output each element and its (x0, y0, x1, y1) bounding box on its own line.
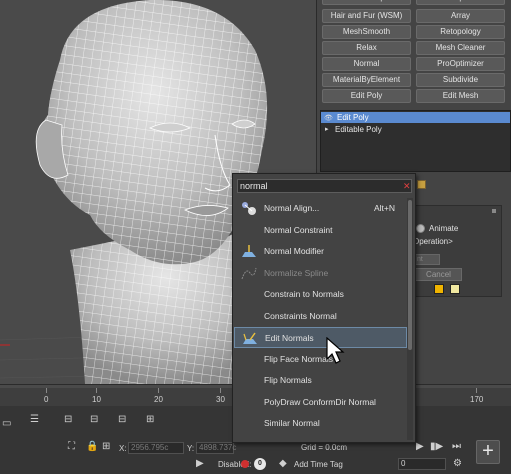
settings-small-icon[interactable] (417, 180, 426, 189)
y-coord-field[interactable]: 4898.737c (196, 442, 236, 454)
search-field[interactable]: ✕ (237, 179, 412, 193)
current-frame-field[interactable]: 0 (398, 458, 446, 470)
cancel-button[interactable]: Cancel (415, 268, 462, 281)
add-time-tag-icon[interactable]: ◆ (279, 458, 287, 469)
search-result-item[interactable]: Normal Modifier (234, 241, 407, 262)
search-input[interactable] (240, 180, 390, 192)
search-result-item[interactable]: Constraints Normal (234, 306, 407, 327)
go-to-end-icon[interactable]: ⏭ (452, 441, 461, 452)
timeline-tick-label: 20 (154, 395, 163, 404)
search-result-item[interactable]: Normal Constraint (234, 220, 407, 241)
toggle-icon-2[interactable]: ⊟ (90, 414, 98, 425)
modifier-button[interactable]: Edit Poly (322, 89, 411, 103)
shortcut-label: Alt+N (374, 203, 396, 213)
expand-triangle-icon[interactable]: ▸ (325, 124, 329, 135)
rollout-corner-icon (492, 209, 496, 213)
auto-key-red-dot[interactable] (241, 460, 249, 468)
search-result-item[interactable]: Normalize Spline (234, 263, 407, 284)
next-frame-icon[interactable]: ▮▶ (430, 441, 443, 452)
clear-search-icon[interactable]: ✕ (403, 181, 411, 191)
search-result-label: Flip Normals (264, 375, 312, 385)
play-icon[interactable]: ▶ (416, 441, 424, 452)
modifier-button[interactable]: Skin Wrap (322, 0, 411, 5)
modifier-button[interactable]: Normal (322, 57, 411, 71)
search-result-item[interactable]: Flip Normals (234, 370, 407, 391)
color-swatch-2[interactable] (450, 284, 460, 294)
edit-poly-rollout: Animate Operation> nt Cancel (406, 205, 502, 297)
stack-item-label: Edit Poly (337, 113, 369, 122)
search-result-item[interactable]: Similar Normal (234, 413, 407, 434)
rollout-field[interactable]: nt (414, 254, 440, 265)
search-result-item[interactable]: PolyDraw ConformDir Normal (234, 392, 407, 413)
normalize-spline-icon (240, 265, 258, 281)
modifier-button[interactable]: Array (416, 9, 505, 23)
search-result-label: Edit Normals (265, 333, 314, 343)
modifier-button[interactable]: Edit Mesh (416, 89, 505, 103)
grid-size-label: Grid = 0.0cm (301, 443, 348, 452)
modifier-button[interactable]: ProOptimizer (416, 57, 505, 71)
create-plus-button[interactable]: + (476, 440, 500, 464)
modifier-button[interactable]: MaterialByElement (322, 73, 411, 87)
color-swatch-1[interactable] (434, 284, 444, 294)
timeline-tick-label: 0 (44, 395, 49, 404)
stack-item-edit-poly[interactable]: 👁 Edit Poly (321, 112, 510, 123)
animate-radio[interactable] (416, 224, 425, 233)
edit-normals-icon (241, 330, 259, 346)
search-result-label: Normal Modifier (264, 246, 324, 256)
modifier-button[interactable]: Retopology (416, 25, 505, 39)
script-listener-icon[interactable]: ▭ (2, 418, 11, 429)
stack-item-label: Editable Poly (335, 125, 382, 134)
normal-modifier-icon (240, 243, 258, 259)
search-result-label: Normalize Spline (264, 267, 329, 278)
animate-label: Animate (429, 224, 459, 233)
lock-icon[interactable]: 🔒 (86, 441, 98, 452)
search-result-label: Constraints Normal (264, 310, 337, 321)
modifier-stack[interactable]: 👁 Edit Poly ▸ Editable Poly (320, 110, 511, 172)
play-mode-icon[interactable]: ▶ (196, 458, 204, 469)
stack-item-editable-poly[interactable]: ▸ Editable Poly (321, 124, 510, 135)
visibility-eye-icon[interactable]: 👁 (324, 113, 333, 124)
search-result-label: Constrain to Normals (264, 289, 344, 299)
timeline-tick-label: 170 (470, 395, 484, 404)
search-result-item[interactable]: Edit Normals (234, 327, 407, 348)
x-coord-field[interactable]: 2956.795c (128, 442, 184, 454)
timeline-tick-label: 30 (216, 395, 225, 404)
search-result-label: Normal Constraint (264, 224, 333, 235)
selection-lock-icon[interactable]: ⛶ (68, 441, 75, 452)
normal-align-icon (240, 200, 258, 216)
x-coord-label: X: (119, 444, 127, 453)
search-result-item[interactable]: Normal Align... Alt+N (234, 198, 407, 219)
scroll-thumb[interactable] (408, 200, 412, 350)
search-result-label: Similar Normal (264, 418, 320, 428)
modifier-button[interactable]: MeshSmooth (322, 25, 411, 39)
search-result-label: Flip Face Normals (264, 353, 333, 364)
modifier-button[interactable]: Mesh Cleaner (416, 41, 505, 55)
layer-explorer-icon[interactable]: ☰ (30, 414, 39, 425)
search-result-item[interactable]: Flip Face Normals (234, 349, 407, 370)
modifier-button[interactable]: Unwrap UVW (416, 0, 505, 5)
timeline-tick-label: 10 (92, 395, 101, 404)
time-config-icon[interactable]: ⚙ (453, 458, 462, 469)
search-result-label: PolyDraw ConformDir Normal (264, 396, 376, 407)
operation-label: Operation> (413, 237, 453, 246)
search-result-item[interactable]: Constrain to Normals (234, 284, 407, 305)
modifier-button[interactable]: Hair and Fur (WSM) (322, 9, 411, 23)
add-time-tag-label[interactable]: Add Time Tag (294, 460, 343, 469)
modifier-button[interactable]: Relax (322, 41, 411, 55)
toggle-icon-4[interactable]: ⊞ (146, 414, 154, 425)
modifier-button[interactable]: Subdivide (416, 73, 505, 87)
absolute-mode-icon[interactable]: ⊞ (102, 441, 110, 452)
mouse-cursor-icon (326, 337, 345, 364)
key-zero-button[interactable]: 0 (254, 458, 266, 470)
search-result-label: Normal Align... (264, 203, 320, 213)
y-coord-label: Y: (187, 444, 195, 453)
toggle-icon-1[interactable]: ⊟ (64, 414, 72, 425)
search-actions-popup: ✕ Normal Align... Alt+N Normal Constraint N… (232, 173, 416, 443)
toggle-icon-3[interactable]: ⊟ (118, 414, 126, 425)
